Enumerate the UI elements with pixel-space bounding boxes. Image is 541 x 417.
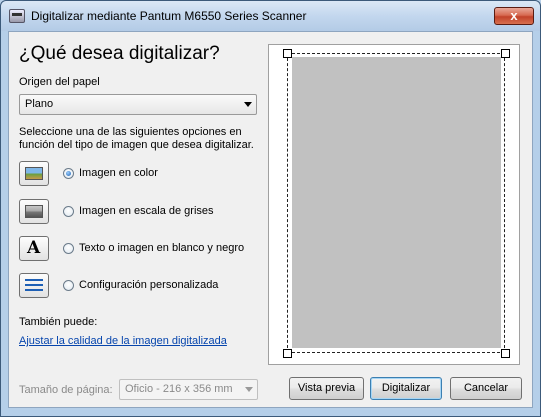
scanner-dialog-window: Digitalizar mediante Pantum M6550 Series… <box>0 0 541 417</box>
option-grayscale-image-label[interactable]: Imagen en escala de grises <box>79 205 214 217</box>
paper-origin-value: Plano <box>25 98 54 110</box>
page-title: ¿Qué desea digitalizar? <box>19 43 220 64</box>
text-bw-icon: A <box>27 238 41 258</box>
radio-text-bw[interactable] <box>63 243 74 254</box>
also-label: También puede: <box>19 316 98 328</box>
chevron-down-icon <box>245 387 253 392</box>
instructions-text: Seleccione una de las siguientes opcione… <box>19 126 254 151</box>
crop-handle-bottom-right[interactable] <box>501 349 510 358</box>
grayscale-photo-icon-button[interactable] <box>19 199 49 224</box>
option-text-bw-label[interactable]: Texto o imagen en blanco y negro <box>79 242 244 254</box>
option-color-image-label[interactable]: Imagen en color <box>79 167 158 179</box>
crop-selection[interactable] <box>287 53 505 353</box>
adjust-quality-link[interactable]: Ajustar la calidad de la imagen digitali… <box>19 335 227 347</box>
paper-origin-label: Origen del papel <box>19 76 100 88</box>
cancel-button[interactable]: Cancelar <box>450 377 522 400</box>
scan-button[interactable]: Digitalizar <box>370 377 442 400</box>
scan-preview-area <box>268 44 520 365</box>
text-bw-icon-button[interactable]: A <box>19 236 49 261</box>
custom-settings-icon <box>25 278 43 293</box>
page-size-select[interactable]: Oficio - 216 x 356 mm <box>119 379 258 400</box>
crop-handle-top-left[interactable] <box>283 49 292 58</box>
chevron-down-icon <box>244 102 252 107</box>
dialog-body: ¿Qué desea digitalizar? Origen del papel… <box>8 31 533 408</box>
close-button[interactable]: x <box>494 7 534 25</box>
option-custom-settings-label[interactable]: Configuración personalizada <box>79 279 218 291</box>
preview-button[interactable]: Vista previa <box>289 377 364 400</box>
color-photo-icon <box>25 167 43 180</box>
crop-handle-top-right[interactable] <box>501 49 510 58</box>
radio-custom-settings[interactable] <box>63 280 74 291</box>
grayscale-photo-icon <box>25 205 43 218</box>
title-bar[interactable]: Digitalizar mediante Pantum M6550 Series… <box>1 1 540 31</box>
crop-handle-bottom-left[interactable] <box>283 349 292 358</box>
page-size-value: Oficio - 216 x 356 mm <box>125 383 233 395</box>
color-photo-icon-button[interactable] <box>19 161 49 186</box>
radio-color-image[interactable] <box>63 168 74 179</box>
paper-origin-select[interactable]: Plano <box>19 94 257 115</box>
window-title: Digitalizar mediante Pantum M6550 Series… <box>31 9 307 23</box>
custom-settings-icon-button[interactable] <box>19 273 49 298</box>
scanner-app-icon <box>9 9 25 23</box>
page-size-label: Tamaño de página: <box>19 384 113 396</box>
radio-grayscale-image[interactable] <box>63 206 74 217</box>
